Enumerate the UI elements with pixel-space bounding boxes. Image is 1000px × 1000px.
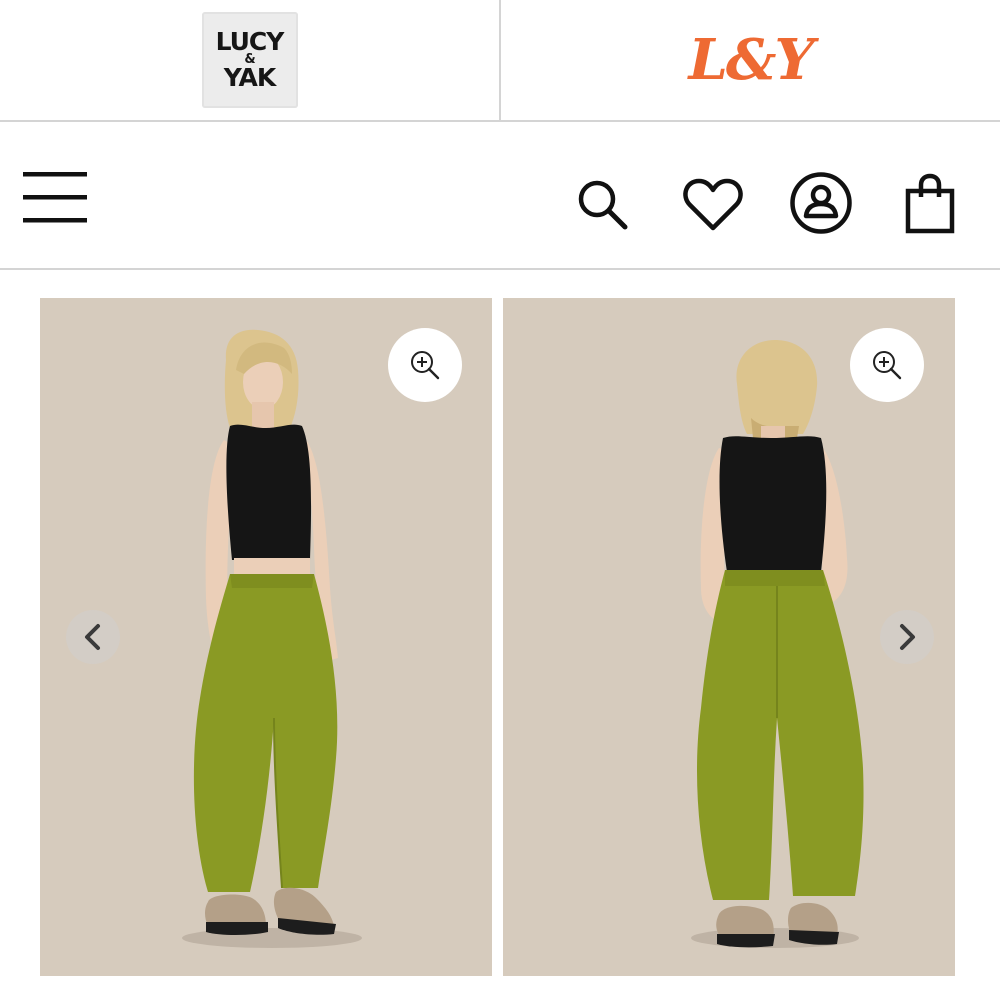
brand-tab-l-and-y[interactable]: L&Y (501, 0, 1000, 120)
cart-button[interactable] (900, 170, 960, 238)
zoom-in-icon (873, 351, 902, 380)
product-image-back[interactable] (503, 298, 955, 976)
menu-button[interactable] (18, 168, 94, 228)
brand-switcher: LUCY & YAK L&Y (0, 0, 1000, 122)
search-button[interactable] (572, 174, 634, 236)
menu-icon (23, 172, 87, 223)
l-and-y-logo: L&Y (688, 27, 815, 93)
zoom-in-icon (411, 351, 440, 380)
zoom-button-back[interactable] (850, 328, 924, 402)
product-image-front[interactable] (40, 298, 492, 976)
search-icon (578, 180, 628, 230)
heart-icon (683, 178, 743, 231)
brand-tab-lucy-and-yak[interactable]: LUCY & YAK (0, 0, 501, 120)
wishlist-button[interactable] (680, 174, 746, 236)
logo-line-1: LUCY (215, 27, 285, 57)
account-icon (790, 172, 852, 234)
logo-line-3: YAK (223, 63, 276, 93)
previous-image-button[interactable] (66, 610, 120, 664)
next-image-button[interactable] (880, 610, 934, 664)
chevron-left-icon (85, 624, 100, 650)
product-gallery (40, 298, 956, 976)
chevron-right-icon (900, 624, 915, 650)
account-button[interactable] (788, 170, 854, 236)
shopping-bag-icon (905, 173, 955, 234)
zoom-button-front[interactable] (388, 328, 462, 402)
lucy-and-yak-logo: LUCY & YAK (201, 12, 298, 108)
site-header (0, 124, 1000, 270)
